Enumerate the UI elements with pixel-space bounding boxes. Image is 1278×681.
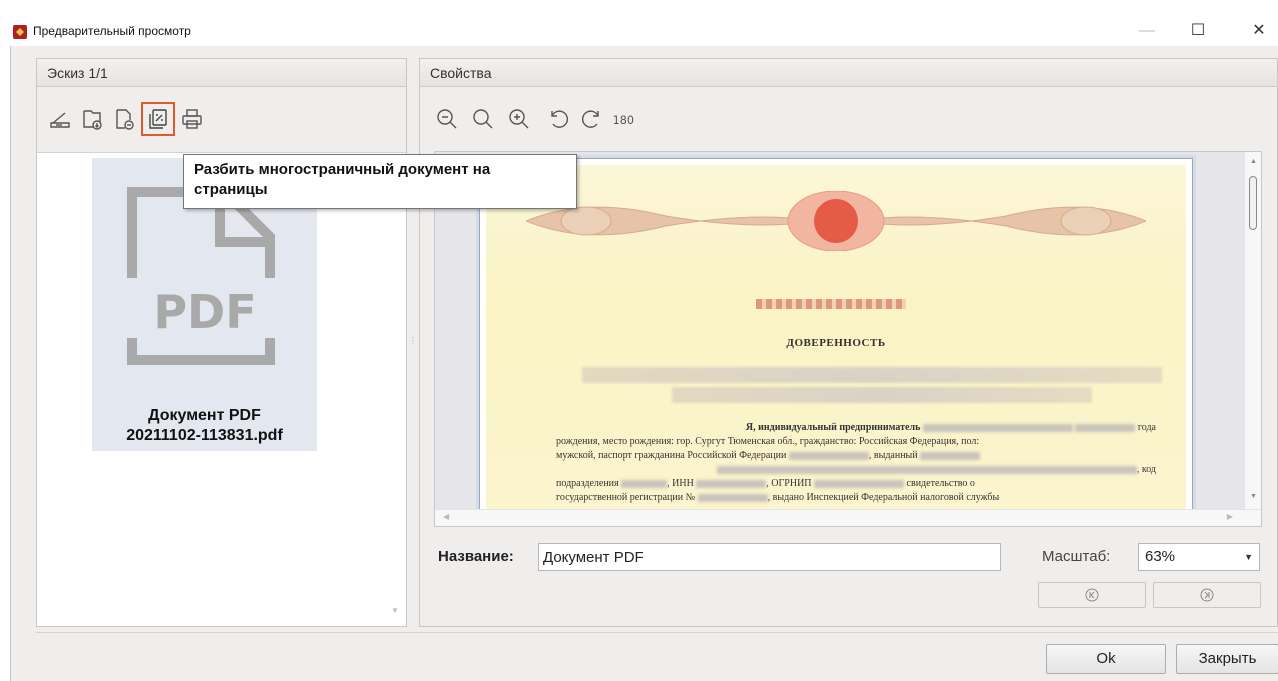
scroll-thumb[interactable] bbox=[1249, 176, 1257, 230]
thumbnail-list[interactable]: PDF Документ PDF 20211102-113831.pdf ▼ bbox=[37, 152, 406, 626]
scan-icon bbox=[50, 112, 70, 128]
maximize-button[interactable]: ☐ bbox=[1175, 18, 1221, 44]
scroll-down-icon: ▼ bbox=[1250, 493, 1257, 500]
app-icon bbox=[13, 25, 27, 39]
preview-vertical-scrollbar[interactable]: ▲ ▼ bbox=[1244, 152, 1261, 526]
ok-button[interactable]: Ok bbox=[1046, 644, 1166, 674]
scale-value: 63% bbox=[1145, 548, 1176, 565]
thumbnail-panel-header: Эскиз 1/1 bbox=[37, 59, 406, 87]
scroll-down-icon: ▼ bbox=[391, 606, 399, 615]
pdf-file-icon: PDF bbox=[122, 187, 288, 365]
scroll-right-icon: ▶ bbox=[1226, 512, 1233, 521]
scale-label: Масштаб: bbox=[1042, 548, 1111, 565]
name-input[interactable] bbox=[538, 543, 1001, 571]
svg-text:180: 180 bbox=[613, 114, 634, 127]
import-file-icon bbox=[83, 110, 102, 130]
zoom-in-icon bbox=[509, 109, 529, 129]
minimize-button[interactable]: — bbox=[1124, 18, 1170, 44]
rotate-right-icon bbox=[582, 110, 599, 128]
close-button[interactable]: Закрыть bbox=[1176, 644, 1278, 674]
thumbnail-panel: Эскиз 1/1 PDF Документ PDF 20211102-1138… bbox=[36, 58, 407, 627]
footer-divider bbox=[36, 632, 1278, 633]
close-window-button[interactable]: ✕ bbox=[1236, 18, 1278, 44]
document-ornament bbox=[526, 191, 1146, 251]
next-page-icon bbox=[1200, 588, 1214, 602]
rotate-left-button[interactable] bbox=[544, 104, 574, 134]
rotate-180-icon: 180 bbox=[613, 114, 634, 127]
zoom-fit-button[interactable] bbox=[468, 104, 498, 134]
document-image: ДОВЕРЕННОСТЬ Я, индивидуальный предприни… bbox=[486, 165, 1186, 517]
preview-horizontal-scrollbar[interactable]: ◀ ▶ bbox=[435, 509, 1261, 526]
zoom-fit-icon bbox=[473, 109, 493, 129]
zoom-out-button[interactable] bbox=[432, 104, 462, 134]
zoom-out-icon bbox=[437, 109, 457, 129]
properties-panel-header: Свойства bbox=[420, 59, 1277, 87]
previous-page-icon bbox=[1085, 588, 1099, 602]
name-label: Название: bbox=[438, 548, 514, 565]
view-toolbar: 180 bbox=[432, 97, 640, 141]
title-bar: Предварительный просмотр — ☐ ✕ bbox=[0, 0, 1278, 46]
document-seal-line bbox=[756, 299, 906, 309]
redacted-block bbox=[672, 387, 1092, 403]
preview-page: ДОВЕРЕННОСТЬ Я, индивидуальный предприни… bbox=[479, 158, 1193, 518]
rotate-right-button[interactable] bbox=[576, 104, 606, 134]
print-button[interactable] bbox=[177, 104, 207, 134]
scroll-up-icon: ▲ bbox=[1250, 158, 1257, 165]
thumbnail-filename: 20211102-113831.pdf bbox=[126, 427, 283, 444]
window-title: Предварительный просмотр bbox=[33, 24, 191, 38]
previous-page-button[interactable] bbox=[1038, 582, 1146, 608]
redacted-block bbox=[582, 367, 1162, 383]
thumbnail-title: Документ PDF bbox=[148, 407, 261, 424]
thumbnail-scrollbar[interactable]: ▼ bbox=[388, 153, 402, 623]
rotate-180-button[interactable]: 180 bbox=[608, 104, 638, 134]
properties-panel: Свойства 180 ДОВЕРЕННОСТЬ Я, индивидуаль… bbox=[419, 58, 1278, 627]
panel-splitter[interactable]: ⋮ bbox=[409, 336, 417, 348]
zoom-in-button[interactable] bbox=[504, 104, 534, 134]
next-page-button[interactable] bbox=[1153, 582, 1261, 608]
scale-select[interactable]: 63% ▼ bbox=[1138, 543, 1260, 571]
import-file-button[interactable] bbox=[77, 104, 107, 134]
remove-file-icon bbox=[116, 109, 134, 130]
split-document-button[interactable] bbox=[141, 102, 175, 136]
print-icon bbox=[182, 109, 202, 129]
document-body: Я, индивидуальный предприниматель года р… bbox=[556, 422, 1156, 503]
scan-button[interactable] bbox=[45, 104, 75, 134]
pdf-badge-label: PDF bbox=[153, 285, 256, 339]
split-document-icon bbox=[149, 109, 167, 129]
split-document-tooltip: Разбить многостраничный документ на стра… bbox=[183, 154, 577, 209]
rotate-left-icon bbox=[551, 110, 568, 128]
remove-file-button[interactable] bbox=[109, 104, 139, 134]
scroll-left-icon: ◀ bbox=[443, 512, 450, 521]
thumbnail-toolbar bbox=[45, 97, 209, 141]
preview-dialog: Эскиз 1/1 PDF Документ PDF 20211102-1138… bbox=[10, 46, 1278, 681]
name-row: Название: Масштаб: 63% ▼ bbox=[434, 542, 1262, 572]
document-heading: ДОВЕРЕННОСТЬ bbox=[786, 337, 886, 349]
chevron-down-icon: ▼ bbox=[1244, 552, 1253, 562]
